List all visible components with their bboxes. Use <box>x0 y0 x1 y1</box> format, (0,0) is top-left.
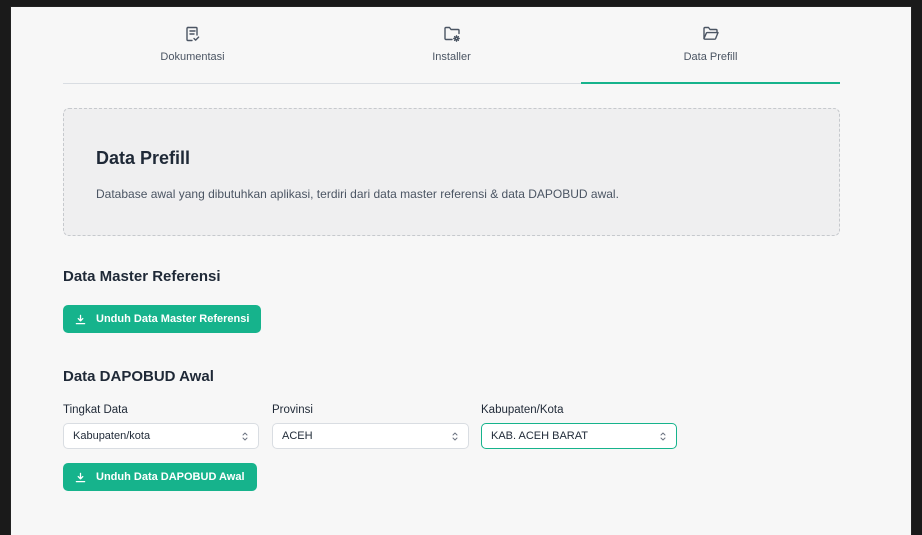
tab-label: Dokumentasi <box>160 51 225 63</box>
info-box: Data Prefill Database awal yang dibutuhk… <box>63 108 840 236</box>
chevron-updown-icon <box>242 432 248 441</box>
download-master-button[interactable]: Unduh Data Master Referensi <box>63 305 262 333</box>
download-icon <box>75 472 86 482</box>
info-description: Database awal yang dibutuhkan aplikasi, … <box>96 187 619 201</box>
app-frame: Dokumentasi Installer Data Prefill Data … <box>10 6 912 535</box>
document-check-icon <box>185 26 199 42</box>
folder-open-icon <box>702 26 719 40</box>
tab-label: Data Prefill <box>683 51 738 63</box>
download-dapobud-button[interactable]: Unduh Data DAPOBUD Awal <box>63 463 257 491</box>
download-icon <box>75 314 86 324</box>
kabupaten-kota-label: Kabupaten/Kota <box>481 404 564 416</box>
provinsi-select[interactable]: ACEH <box>272 423 469 449</box>
tab-bar: Dokumentasi Installer Data Prefill <box>63 7 840 84</box>
provinsi-value: ACEH <box>282 430 313 442</box>
master-section-title: Data Master Referensi <box>63 268 221 285</box>
tingkat-data-select[interactable]: Kabupaten/kota <box>63 423 259 449</box>
tingkat-data-label: Tingkat Data <box>63 404 128 416</box>
tab-dokumentasi[interactable]: Dokumentasi <box>63 7 322 83</box>
kabupaten-kota-value: KAB. ACEH BARAT <box>491 430 588 442</box>
tab-data-prefill[interactable]: Data Prefill <box>581 7 840 84</box>
chevron-updown-icon <box>452 432 458 441</box>
tingkat-data-value: Kabupaten/kota <box>73 430 151 442</box>
tab-label: Installer <box>432 51 471 63</box>
provinsi-label: Provinsi <box>272 404 313 416</box>
info-title: Data Prefill <box>96 148 191 168</box>
kabupaten-kota-select[interactable]: KAB. ACEH BARAT <box>481 423 677 449</box>
folder-gear-icon <box>443 26 460 42</box>
chevron-updown-icon <box>660 432 666 441</box>
download-master-label: Unduh Data Master Referensi <box>96 313 250 325</box>
download-dapobud-label: Unduh Data DAPOBUD Awal <box>96 471 245 483</box>
tab-installer[interactable]: Installer <box>322 7 581 83</box>
dapobud-section-title: Data DAPOBUD Awal <box>63 368 214 385</box>
